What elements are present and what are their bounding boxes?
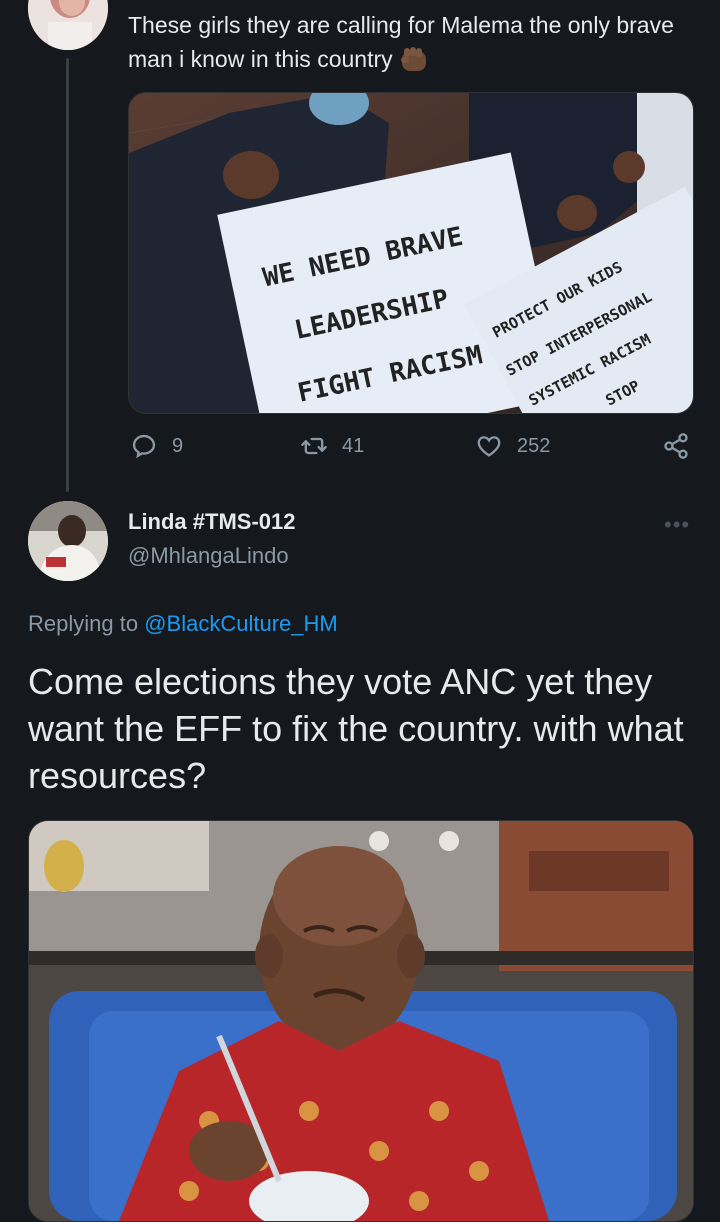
avatar[interactable]: [28, 0, 108, 50]
replying-to-line: Replying to @BlackCulture_HM: [28, 611, 338, 637]
avatar-image: [28, 501, 108, 581]
retweet-icon: [301, 437, 327, 455]
retweet-button[interactable]: 41: [300, 432, 364, 460]
avatar-image: [28, 0, 108, 50]
replying-prefix: Replying to: [28, 611, 139, 636]
author-name[interactable]: Linda #TMS-012: [128, 509, 295, 535]
more-options-icon[interactable]: •••: [664, 512, 690, 538]
reply-icon: [132, 434, 156, 459]
raised-fist-emoji: [399, 45, 429, 73]
reply-count: 9: [172, 434, 184, 457]
thread-line: [66, 58, 69, 492]
replying-to-link[interactable]: @BlackCulture_HM: [144, 611, 338, 636]
tweet-text: Come elections they vote ANC yet they wa…: [28, 661, 684, 796]
like-count: 252: [517, 434, 551, 457]
tweet-image-meme[interactable]: [28, 820, 694, 1222]
heart-icon: [477, 436, 501, 457]
retweet-count: 41: [342, 434, 365, 457]
tweet-text: These girls they are calling for Malema …: [128, 8, 688, 76]
like-button[interactable]: 252: [475, 432, 550, 460]
share-icon: [664, 433, 688, 459]
author-handle[interactable]: @MhlangaLindo: [128, 543, 289, 569]
tweet-image-protest[interactable]: WE NEED BRAVE LEADERSHIP FIGHT RACISM PR…: [128, 92, 694, 414]
reply-button[interactable]: 9: [130, 432, 183, 460]
share-button[interactable]: [662, 432, 690, 460]
avatar[interactable]: [28, 501, 108, 581]
